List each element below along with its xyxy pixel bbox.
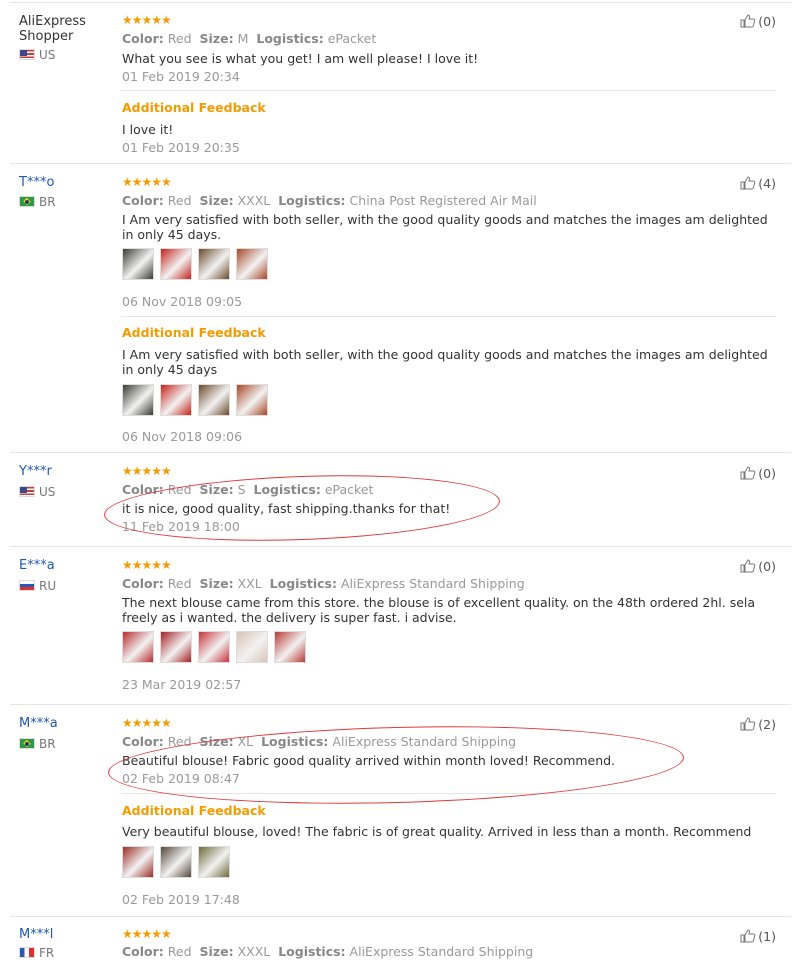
review-photo[interactable] (236, 631, 268, 663)
divider (121, 316, 776, 317)
review-photo[interactable] (122, 631, 154, 663)
additional-feedback-heading: Additional Feedback (122, 803, 266, 818)
review-photo[interactable] (122, 248, 154, 280)
additional-feedback-photos (122, 384, 268, 418)
flag-br-icon (19, 738, 35, 749)
review-photo[interactable] (198, 248, 230, 280)
reviewer-name[interactable]: M***a (19, 716, 58, 731)
review-photo[interactable] (122, 384, 154, 416)
order-attributes: Color: Red Size: XXXL Logistics: China Pos… (122, 193, 537, 208)
helpful-button[interactable]: (0) (740, 466, 776, 481)
review-photo[interactable] (198, 846, 230, 878)
divider (10, 704, 791, 705)
reviewer-country: RU (19, 579, 56, 593)
review-photo[interactable] (198, 631, 230, 663)
star-rating: ★★★★★ (122, 175, 172, 189)
divider (10, 452, 791, 453)
reviewer-country: BR (19, 737, 56, 751)
reviewer-name: AliExpress Shopper (19, 14, 86, 44)
additional-feedback-heading: Additional Feedback (122, 100, 266, 115)
flag-us-icon (19, 486, 35, 497)
divider (121, 90, 776, 91)
review-date: 23 Mar 2019 02:57 (122, 677, 242, 692)
review-text: What you see is what you get! I am well … (122, 51, 479, 66)
flag-br-icon (19, 196, 35, 207)
star-rating: ★★★★★ (122, 716, 172, 730)
flag-us-icon (19, 49, 35, 60)
review-photo[interactable] (160, 631, 192, 663)
review-photo[interactable] (160, 384, 192, 416)
review-photo[interactable] (236, 384, 268, 416)
reviewer-country: US (19, 485, 55, 499)
reviewer-country: US (19, 48, 55, 62)
flag-fr-icon (19, 947, 35, 958)
order-attributes: Color: Red Size: XXXL Logistics: AliExpres… (122, 944, 534, 959)
star-rating: ★★★★★ (122, 464, 172, 478)
review-photos (122, 248, 268, 282)
thumbs-up-icon (740, 559, 756, 573)
review-photo[interactable] (198, 384, 230, 416)
order-attributes: Color: Red Size: XXL Logistics: AliExpress… (122, 576, 525, 591)
divider (10, 546, 791, 547)
thumbs-up-icon (740, 14, 756, 28)
review-photo[interactable] (160, 248, 192, 280)
divider (10, 916, 791, 917)
flag-ru-icon (19, 580, 35, 591)
additional-feedback-text: I Am very satisfied with both seller, wi… (122, 347, 768, 377)
divider (10, 163, 791, 164)
helpful-button[interactable]: (4) (740, 176, 776, 191)
star-rating: ★★★★★ (122, 558, 172, 572)
review-photo[interactable] (274, 631, 306, 663)
review-photos (122, 631, 306, 665)
helpful-button[interactable]: (2) (740, 717, 776, 732)
helpful-button[interactable]: (0) (740, 14, 776, 29)
review-date: 01 Feb 2019 20:34 (122, 69, 240, 84)
additional-feedback-photos (122, 846, 230, 880)
reviewer-name[interactable]: T***o (19, 175, 54, 190)
helpful-button[interactable]: (0) (740, 559, 776, 574)
star-rating: ★★★★★ (122, 13, 172, 27)
reviewer-country: BR (19, 195, 56, 209)
additional-feedback-date: 06 Nov 2018 09:06 (122, 429, 243, 444)
additional-feedback-date: 02 Feb 2019 17:48 (122, 892, 240, 907)
additional-feedback-heading: Additional Feedback (122, 325, 266, 340)
review-text: The next blouse came from this store. th… (122, 595, 756, 625)
reviewer-country: FR (19, 946, 54, 960)
reviewer-name[interactable]: M***l (19, 927, 53, 942)
order-attributes: Color: Red Size: M Logistics: ePacket (122, 31, 377, 46)
reviewer-name[interactable]: Y***r (19, 464, 52, 479)
helpful-button[interactable]: (1) (740, 929, 776, 944)
thumbs-up-icon (740, 176, 756, 190)
thumbs-up-icon (740, 929, 756, 943)
reviewer-name[interactable]: E***a (19, 558, 55, 573)
additional-feedback-text: Very beautiful blouse, loved! The fabric… (122, 824, 752, 839)
annotation-ellipse (103, 469, 501, 547)
thumbs-up-icon (740, 466, 756, 480)
divider (10, 2, 791, 3)
review-date: 06 Nov 2018 09:05 (122, 294, 243, 309)
review-text: I Am very satisfied with both seller, wi… (122, 212, 768, 242)
additional-feedback-date: 01 Feb 2019 20:35 (122, 140, 240, 155)
star-rating: ★★★★★ (122, 927, 172, 941)
review-photo[interactable] (236, 248, 268, 280)
review-photo[interactable] (160, 846, 192, 878)
review-photo[interactable] (122, 846, 154, 878)
thumbs-up-icon (740, 717, 756, 731)
additional-feedback-text: I love it! (122, 122, 174, 137)
